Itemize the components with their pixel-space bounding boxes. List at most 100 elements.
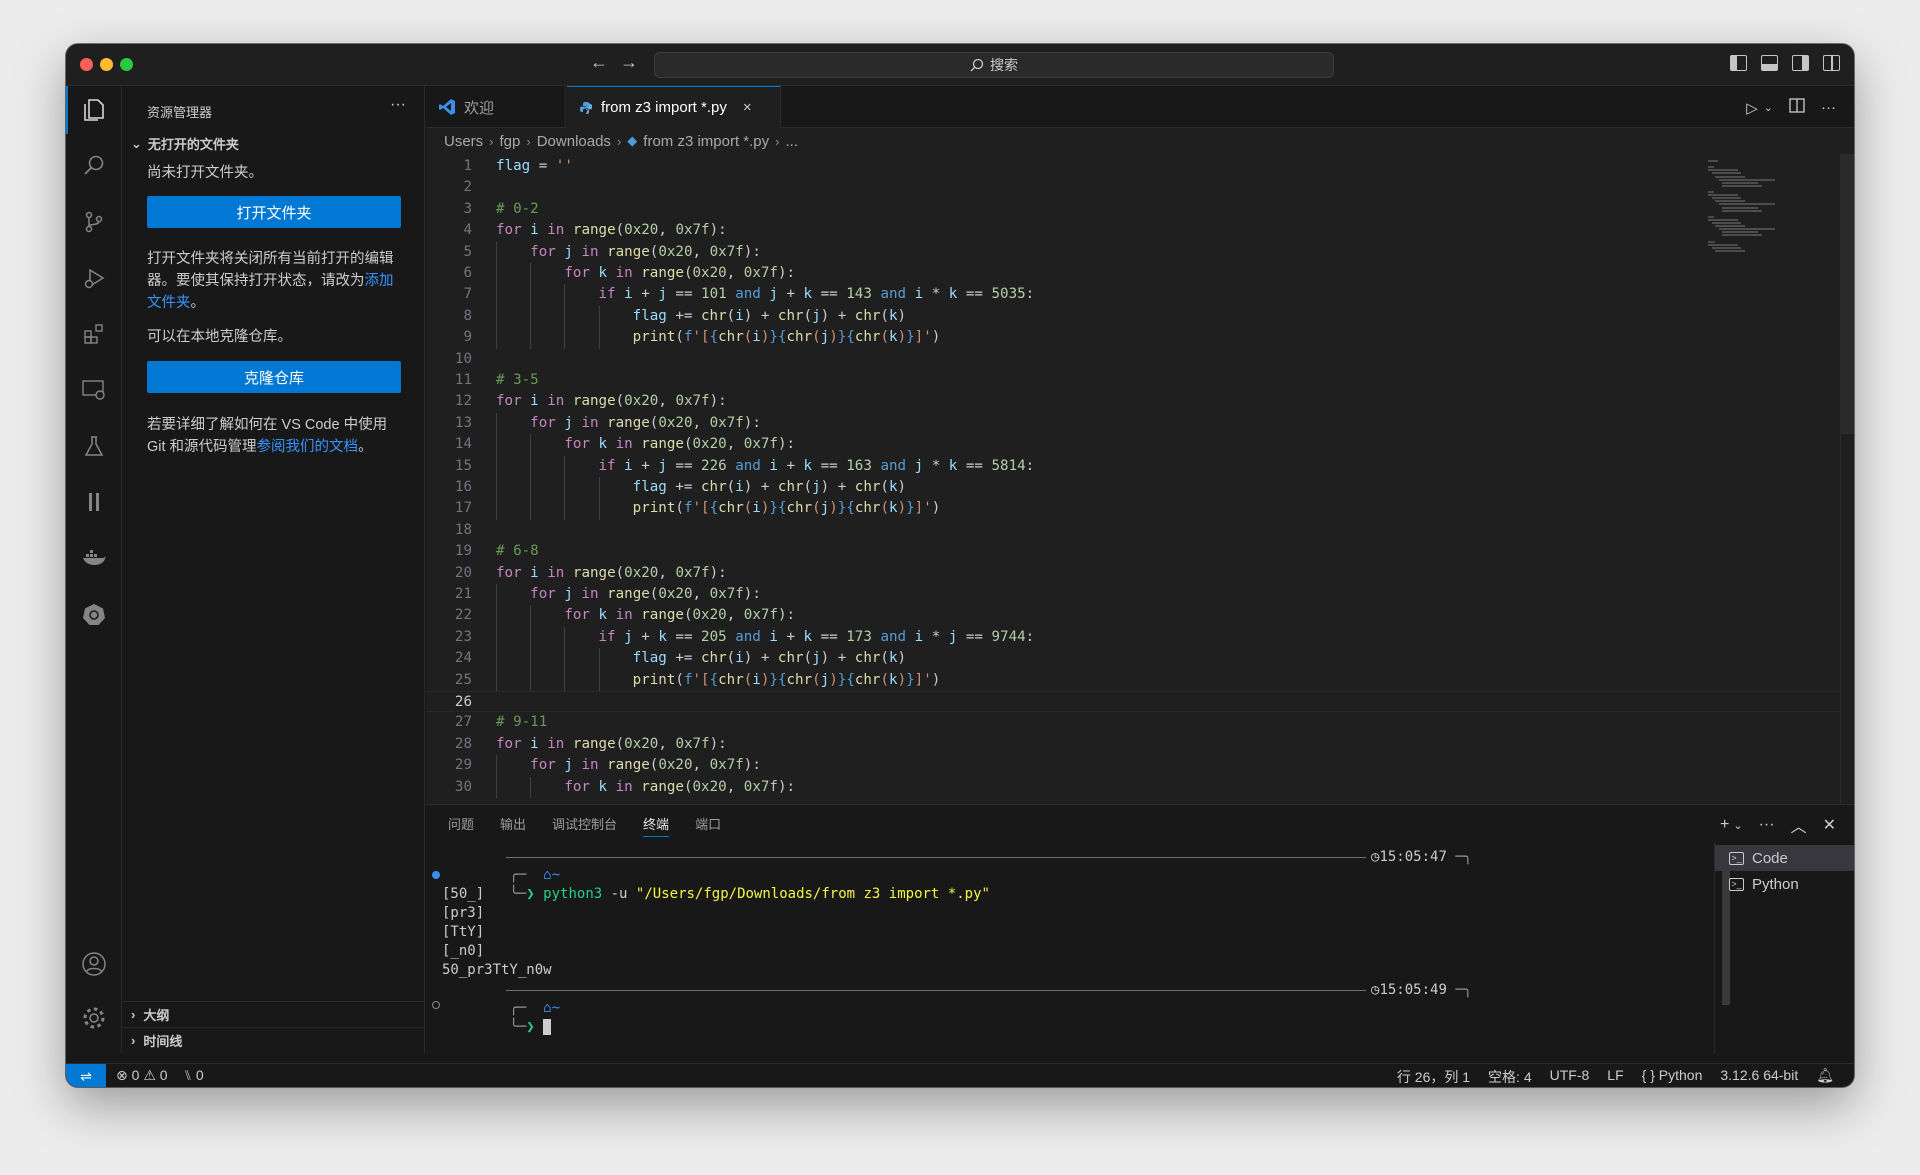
terminal[interactable]: ╭─ ⌂~ ◷15:05:47 ─╮ ╰─❯ python3 -u "/User… <box>426 841 1718 1054</box>
search-icon[interactable] <box>78 150 110 182</box>
command-center-search[interactable]: 搜索 <box>654 52 1334 78</box>
code-line[interactable]: 19 # 6-8 <box>426 541 1854 562</box>
code-line[interactable]: 13 for j in range(0x20, 0x7f): <box>426 413 1854 434</box>
timeline-section[interactable]: › 时间线 <box>123 1027 424 1053</box>
tab-output[interactable]: 输出 <box>500 805 526 841</box>
breadcrumb-item[interactable]: Users <box>444 133 483 150</box>
run-python-file-icon[interactable]: ▷ <box>1746 99 1758 117</box>
code-line[interactable]: 4 for i in range(0x20, 0x7f): <box>426 220 1854 241</box>
code-line[interactable]: 18 <box>426 520 1854 541</box>
bell-icon[interactable]: 🔔︎ <box>1816 1067 1834 1087</box>
scrollbar-thumb[interactable] <box>1840 154 1854 434</box>
minimap[interactable] <box>1708 154 1818 264</box>
docker-icon[interactable] <box>78 542 110 574</box>
code-line[interactable]: 24 flag += chr(i) + chr(j) + chr(k) <box>426 648 1854 669</box>
breadcrumb-item[interactable]: fgp <box>500 133 521 150</box>
code-line[interactable]: 14 for k in range(0x20, 0x7f): <box>426 434 1854 455</box>
code-line[interactable]: 9 print(f'[{chr(i)}{chr(j)}{chr(k)}]') <box>426 327 1854 348</box>
code-line[interactable]: 26 <box>426 691 1854 712</box>
code-line[interactable]: 11 # 3-5 <box>426 370 1854 391</box>
code-line[interactable]: 2 <box>426 177 1854 198</box>
code-line[interactable]: 3 # 0-2 <box>426 199 1854 220</box>
code-line[interactable]: 30 for k in range(0x20, 0x7f): <box>426 777 1854 798</box>
split-editor-icon[interactable] <box>1789 98 1805 117</box>
chevron-down-icon[interactable]: ⌄ <box>1764 101 1773 114</box>
code-line[interactable]: 29 for j in range(0x20, 0x7f): <box>426 755 1854 776</box>
editor-scrollbar[interactable] <box>1840 154 1854 804</box>
maximize-panel-icon[interactable]: ︿ <box>1791 813 1807 837</box>
tab-problems[interactable]: 问题 <box>448 805 474 841</box>
close-icon[interactable]: × <box>743 99 752 116</box>
problems-status[interactable]: ⊗ 0 ⚠ 0 <box>116 1067 168 1084</box>
kubernetes-icon[interactable] <box>78 598 110 630</box>
command-success-dot[interactable] <box>432 871 440 879</box>
more-actions-icon[interactable]: ··· <box>390 96 406 114</box>
tab-ports[interactable]: 端口 <box>695 805 721 841</box>
extensions-icon[interactable] <box>78 318 110 350</box>
zoom-window-button[interactable] <box>120 58 133 71</box>
toggle-primary-sidebar-icon[interactable] <box>1730 55 1747 71</box>
close-panel-icon[interactable]: ✕ <box>1823 815 1836 835</box>
code-line[interactable]: 23 if j + k == 205 and i + k == 173 and … <box>426 627 1854 648</box>
code-line[interactable]: 21 for j in range(0x20, 0x7f): <box>426 584 1854 605</box>
file-encoding[interactable]: UTF-8 <box>1550 1067 1590 1087</box>
code-line[interactable]: 27 # 9-11 <box>426 712 1854 733</box>
outline-section[interactable]: › 大纲 <box>123 1001 424 1027</box>
code-line[interactable]: 17 print(f'[{chr(i)}{chr(j)}{chr(k)}]') <box>426 498 1854 519</box>
accounts-icon[interactable] <box>78 948 110 980</box>
tab-terminal[interactable]: 终端 <box>643 805 670 841</box>
arrow-left-icon[interactable]: ← <box>590 52 608 73</box>
terminal-item-python[interactable]: >_ Python <box>1715 871 1854 897</box>
code-line[interactable]: 12 for i in range(0x20, 0x7f): <box>426 391 1854 412</box>
testing-icon[interactable] <box>78 430 110 462</box>
ports-status[interactable]: ⑊ 0 <box>184 1067 204 1084</box>
code-line[interactable]: 25 print(f'[{chr(i)}{chr(j)}{chr(k)}]') <box>426 670 1854 691</box>
code-editor[interactable]: 1 flag = '' 2 3 # 0-2 4 for i in range(0x20, 0… <box>426 154 1854 804</box>
toggle-panel-icon[interactable] <box>1761 55 1778 71</box>
more-actions-icon[interactable]: ··· <box>1821 99 1836 116</box>
breadcrumb-item[interactable]: from z3 import *.py <box>643 133 769 150</box>
code-line[interactable]: 22 for k in range(0x20, 0x7f): <box>426 605 1854 626</box>
tab-debug-console[interactable]: 调试控制台 <box>552 805 617 841</box>
breadcrumb-item[interactable]: ... <box>786 133 799 150</box>
tab-python-file[interactable]: from z3 import *.py × <box>567 86 781 128</box>
code-line[interactable]: 7 if i + j == 101 and j + k == 143 and i… <box>426 284 1854 305</box>
no-folder-section-header[interactable]: ⌄ 无打开的文件夹 <box>131 134 239 153</box>
arrow-right-icon[interactable]: → <box>620 52 638 73</box>
close-window-button[interactable] <box>80 58 93 71</box>
code-line[interactable]: 5 for j in range(0x20, 0x7f): <box>426 242 1854 263</box>
new-terminal-icon[interactable]: + <box>1720 816 1729 834</box>
python-interpreter[interactable]: 3.12.6 64-bit <box>1720 1067 1798 1087</box>
end-of-line[interactable]: LF <box>1607 1067 1623 1087</box>
language-mode[interactable]: { } Python <box>1642 1067 1703 1087</box>
minimize-window-button[interactable] <box>100 58 113 71</box>
code-line[interactable]: 8 flag += chr(i) + chr(j) + chr(k) <box>426 306 1854 327</box>
clone-repo-button[interactable]: 克隆仓库 <box>147 361 401 393</box>
code-line[interactable]: 10 <box>426 349 1854 370</box>
code-line[interactable]: 16 flag += chr(i) + chr(j) + chr(k) <box>426 477 1854 498</box>
customize-layout-icon[interactable] <box>1823 55 1840 71</box>
chevron-down-icon[interactable]: ⌄ <box>1733 819 1742 832</box>
code-line[interactable]: 20 for i in range(0x20, 0x7f): <box>426 563 1854 584</box>
command-pending-dot[interactable] <box>432 1001 440 1009</box>
input-line[interactable]: ╰─❯ <box>442 999 552 1035</box>
run-debug-icon[interactable] <box>78 262 110 294</box>
breadcrumb-item[interactable]: Downloads <box>537 133 611 150</box>
tab-welcome[interactable]: 欢迎 <box>426 86 566 128</box>
explorer-icon[interactable] <box>78 94 110 126</box>
toggle-secondary-sidebar-icon[interactable] <box>1792 55 1809 71</box>
code-line[interactable]: 28 for i in range(0x20, 0x7f): <box>426 734 1854 755</box>
code-line[interactable]: 1 flag = '' <box>426 156 1854 177</box>
docs-link[interactable]: 参阅我们的文档 <box>257 439 359 455</box>
open-folder-button[interactable]: 打开文件夹 <box>147 196 401 228</box>
pause-icon[interactable] <box>78 486 110 518</box>
source-control-icon[interactable] <box>78 206 110 238</box>
remote-indicator-icon[interactable]: ⇌ <box>66 1064 106 1087</box>
more-actions-icon[interactable]: ··· <box>1759 816 1775 834</box>
remote-explorer-icon[interactable] <box>78 374 110 406</box>
indentation[interactable]: 空格: 4 <box>1488 1067 1532 1087</box>
cursor-position[interactable]: 行 26，列 1 <box>1397 1067 1470 1087</box>
gear-icon[interactable] <box>78 1002 110 1034</box>
code-line[interactable]: 15 if i + j == 226 and i + k == 163 and … <box>426 456 1854 477</box>
code-line[interactable]: 6 for k in range(0x20, 0x7f): <box>426 263 1854 284</box>
